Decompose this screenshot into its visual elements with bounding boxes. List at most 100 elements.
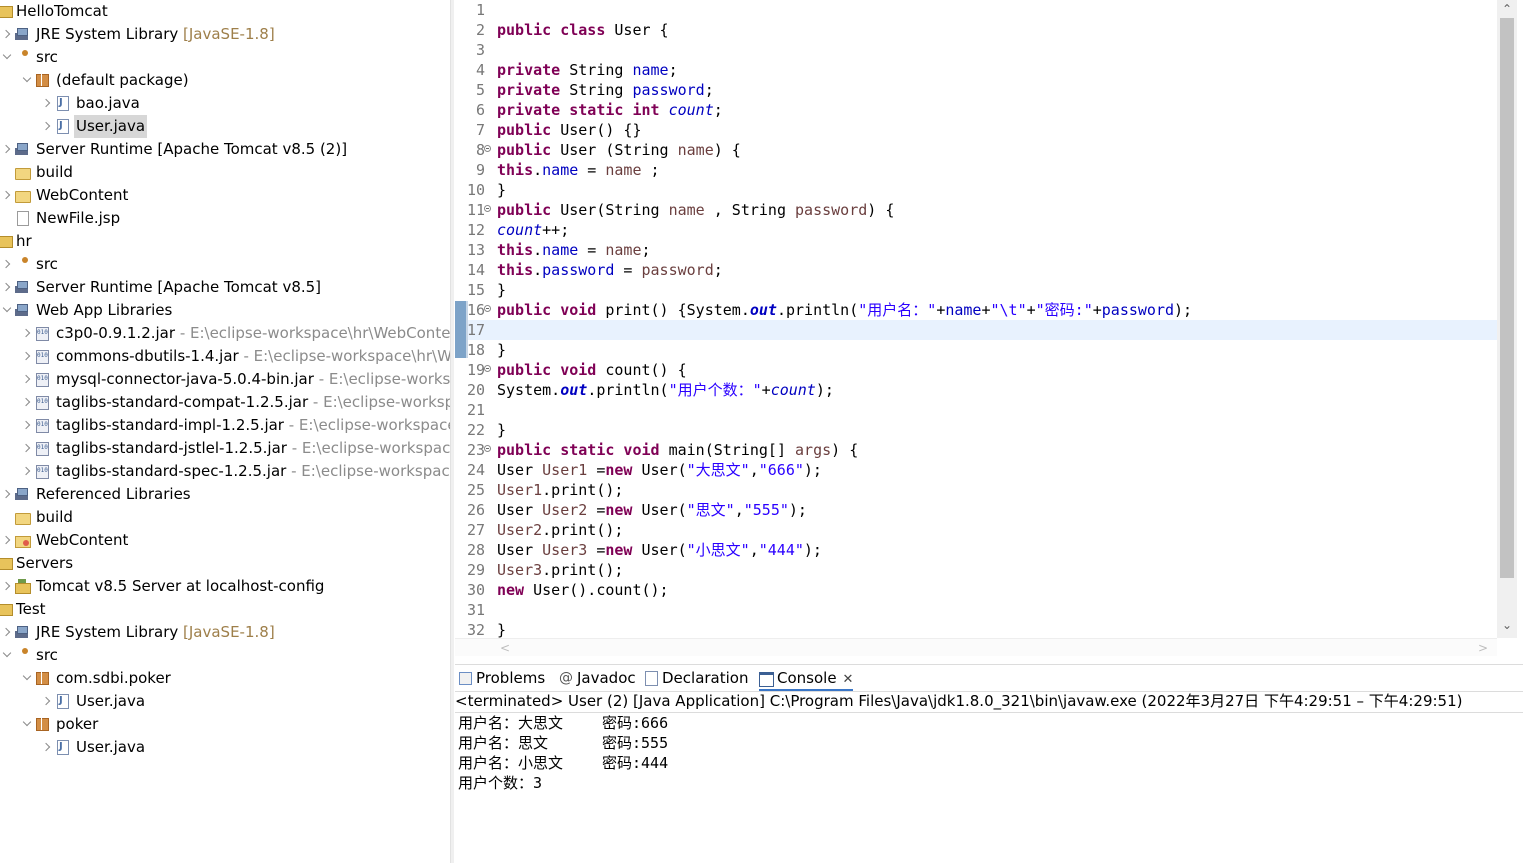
fold-toggle-icon[interactable]: [484, 145, 491, 152]
code-token: ) {: [831, 441, 859, 459]
expand-arrow-icon[interactable]: [21, 437, 33, 460]
expand-arrow-icon[interactable]: [41, 736, 53, 759]
code-editor[interactable]: 1 2 public class User {3 4 private String na…: [455, 0, 1497, 638]
expand-arrow-icon[interactable]: [1, 276, 13, 299]
code-line[interactable]: 18}: [455, 340, 1497, 360]
code-line[interactable]: 1: [455, 0, 1497, 20]
collapse-arrow-icon[interactable]: [1, 299, 13, 322]
code-line[interactable]: 7 public User() {}: [455, 120, 1497, 140]
expand-arrow-icon[interactable]: [41, 690, 53, 713]
expand-arrow-icon[interactable]: [21, 368, 33, 391]
view-sash[interactable]: [450, 0, 454, 863]
tab-label: Declaration: [662, 669, 749, 687]
close-icon[interactable]: ✕: [843, 667, 854, 693]
code-text: User User2 =new User("思文","555");: [497, 500, 807, 520]
code-line[interactable]: 30 new User().count();: [455, 580, 1497, 600]
fold-toggle-icon[interactable]: [484, 305, 491, 312]
code-line[interactable]: 21: [455, 400, 1497, 420]
code-token: password: [795, 201, 868, 219]
fold-toggle-icon[interactable]: [484, 205, 491, 212]
expand-arrow-icon[interactable]: [41, 92, 53, 115]
tab-declaration[interactable]: Declaration: [644, 665, 748, 691]
scrollbar-thumb[interactable]: [1500, 18, 1514, 578]
expand-arrow-icon[interactable]: [21, 391, 33, 414]
fold-toggle-icon[interactable]: [484, 445, 491, 452]
code-line[interactable]: 24 User User1 =new User("大思文","666");: [455, 460, 1497, 480]
expand-arrow-icon[interactable]: [1, 253, 13, 276]
code-line[interactable]: 8 public User (String name) {: [455, 140, 1497, 160]
expand-arrow-icon[interactable]: [1, 138, 13, 161]
scroll-right-arrow-icon[interactable]: >: [1473, 639, 1493, 657]
collapse-arrow-icon[interactable]: [1, 644, 13, 667]
tree-item-name: hr: [16, 232, 32, 250]
scroll-up-arrow-icon[interactable]: ⌃: [1497, 0, 1517, 18]
code-line[interactable]: 5 private String password;: [455, 80, 1497, 100]
code-line[interactable]: 9 this.name = name ;: [455, 160, 1497, 180]
expand-arrow-icon[interactable]: [21, 345, 33, 368]
code-line[interactable]: 6 private static int count;: [455, 100, 1497, 120]
code-line[interactable]: 26 User User2 =new User("思文","555");: [455, 500, 1497, 520]
collapse-arrow-icon[interactable]: [1, 46, 13, 69]
expand-arrow-icon[interactable]: [21, 414, 33, 437]
code-line[interactable]: 11 public User(String name , String passw…: [455, 200, 1497, 220]
code-token: "大思文": [686, 461, 750, 479]
code-line[interactable]: 28 User User3 =new User("小思文","444");: [455, 540, 1497, 560]
code-token: String: [560, 81, 633, 99]
code-line[interactable]: 32}: [455, 620, 1497, 638]
tab-console[interactable]: Console ✕: [759, 665, 854, 693]
expand-arrow-icon[interactable]: [1, 184, 13, 207]
tree-item-label: mysql-connector-java-5.0.4-bin.jar - E:\…: [56, 368, 450, 391]
code-token: User1: [542, 461, 588, 479]
code-token: );: [803, 541, 822, 559]
code-line[interactable]: 14 this.password = password;: [455, 260, 1497, 280]
code-token: public void: [497, 301, 597, 319]
code-text: User1.print();: [497, 480, 623, 500]
code-line[interactable]: 17: [455, 320, 1497, 340]
code-line[interactable]: 3: [455, 40, 1497, 60]
code-token: .print();: [542, 561, 624, 579]
code-line[interactable]: 12 count++;: [455, 220, 1497, 240]
expand-arrow-icon[interactable]: [1, 621, 13, 644]
code-line[interactable]: 31: [455, 600, 1497, 620]
code-line[interactable]: 22}: [455, 420, 1497, 440]
code-line[interactable]: 25 User1.print();: [455, 480, 1497, 500]
expand-arrow-icon[interactable]: [21, 322, 33, 345]
line-number: 6: [475, 101, 485, 119]
code-line[interactable]: 27 User2.print();: [455, 520, 1497, 540]
scroll-down-arrow-icon[interactable]: ⌄: [1497, 616, 1517, 634]
code-token: "用户个数：": [668, 381, 762, 399]
expand-arrow-icon[interactable]: [1, 575, 13, 598]
expand-arrow-icon[interactable]: [1, 529, 13, 552]
code-line[interactable]: 2 public class User {: [455, 20, 1497, 40]
code-line[interactable]: 29 User3.print();: [455, 560, 1497, 580]
collapse-arrow-icon[interactable]: [21, 713, 33, 736]
code-line[interactable]: 13 this.name = name;: [455, 240, 1497, 260]
editor-horizontal-scrollbar[interactable]: < >: [455, 638, 1497, 656]
collapse-arrow-icon[interactable]: [21, 69, 33, 92]
code-line[interactable]: 10}: [455, 180, 1497, 200]
editor-vertical-scrollbar[interactable]: ⌃ ⌄: [1497, 0, 1517, 638]
scroll-left-arrow-icon[interactable]: <: [495, 639, 515, 657]
expand-arrow-icon[interactable]: [41, 115, 53, 138]
tree-item-label: bao.java: [76, 92, 140, 115]
collapse-arrow-icon[interactable]: [21, 667, 33, 690]
expand-arrow-icon[interactable]: [1, 23, 13, 46]
code-text: this.name = name;: [497, 240, 651, 260]
tab-problems[interactable]: Problems: [458, 665, 545, 691]
expand-arrow-icon[interactable]: [21, 460, 33, 483]
code-line[interactable]: 15}: [455, 280, 1497, 300]
tab-javadoc[interactable]: Javadoc: [559, 665, 636, 691]
tab-label: Javadoc: [577, 669, 636, 687]
code-line[interactable]: 23 public static void main(String[] args)…: [455, 440, 1497, 460]
line-number: 11: [466, 201, 485, 219]
tree-item-label: (default package): [56, 69, 189, 92]
expand-arrow-icon: [1, 161, 13, 184]
expand-arrow-icon[interactable]: [1, 483, 13, 506]
fold-toggle-icon[interactable]: [484, 365, 491, 372]
quick-diff-marker: [455, 301, 468, 358]
code-line[interactable]: 16 public void print() {System.out.printl…: [455, 300, 1497, 320]
code-line[interactable]: 19 public void count() {: [455, 360, 1497, 380]
code-token: public void: [497, 361, 597, 379]
code-line[interactable]: 4 private String name;: [455, 60, 1497, 80]
code-line[interactable]: 20 System.out.println("用户个数："+count);: [455, 380, 1497, 400]
